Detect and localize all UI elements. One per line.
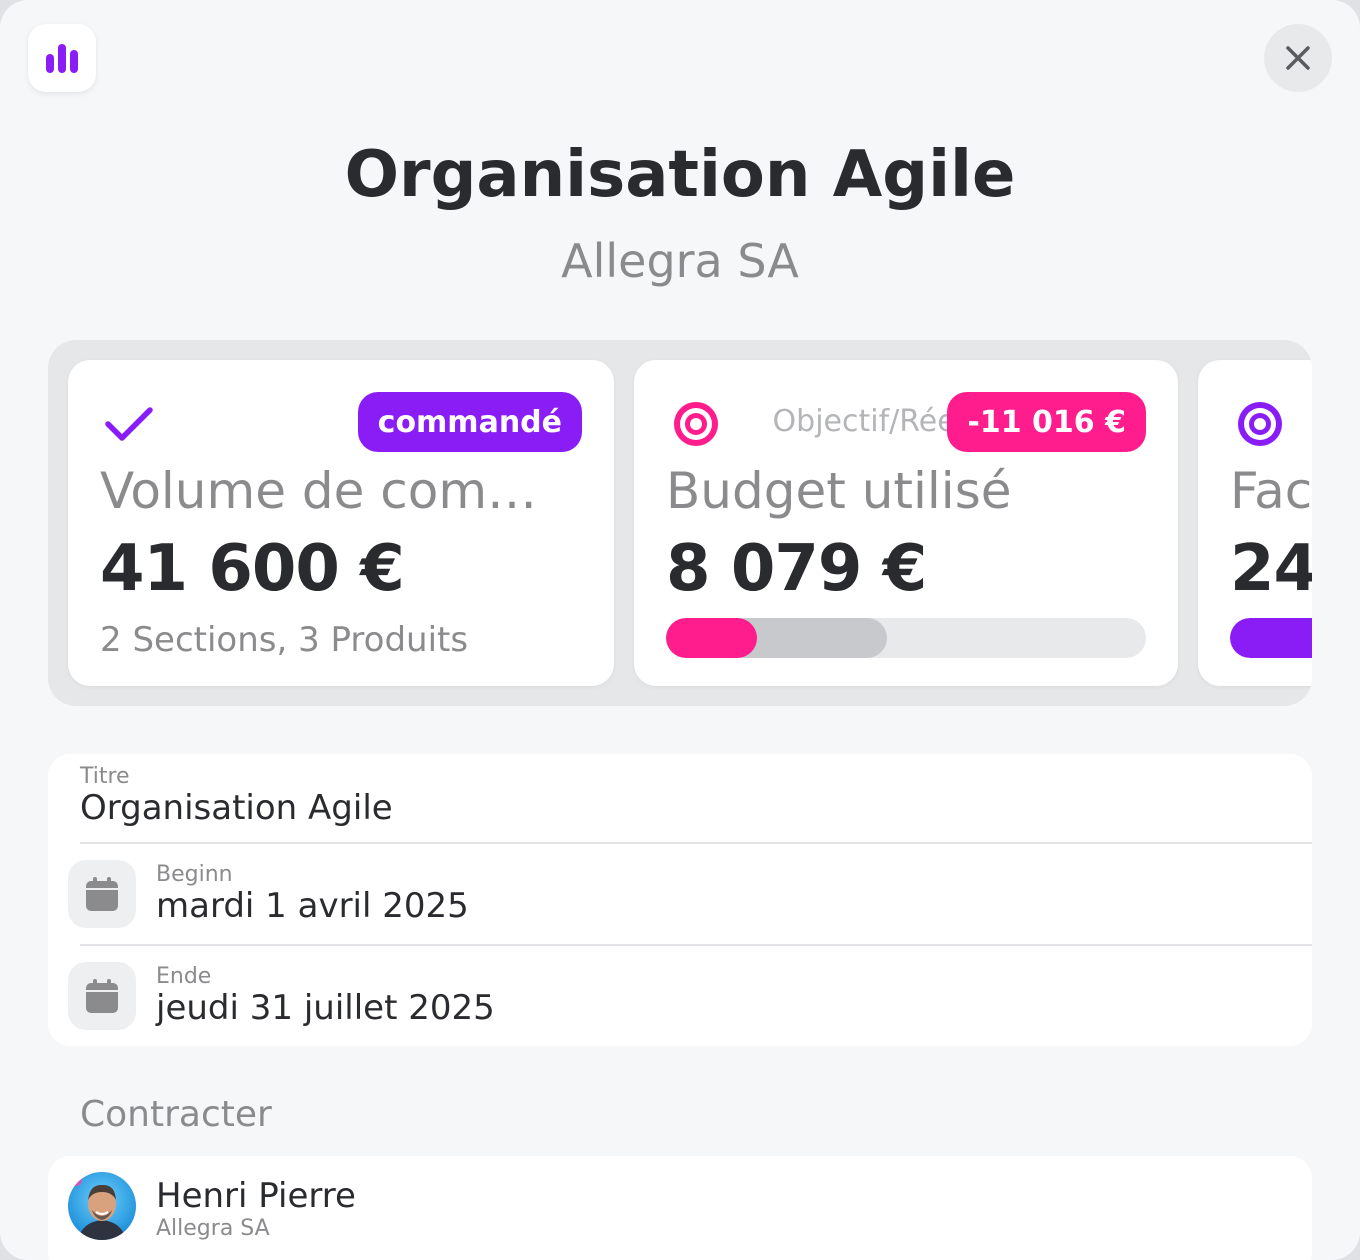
app-icon[interactable] xyxy=(28,24,96,92)
details-form: Titre Organisation Agile Beginn mardi 1 … xyxy=(48,754,1312,1046)
close-button[interactable] xyxy=(1264,24,1332,92)
title-field-label: Titre xyxy=(80,764,130,789)
kpi-value: 24 xyxy=(1230,532,1312,606)
kpi-card-order-volume[interactable]: commandé Volume de commande 41 600 € 2 S… xyxy=(68,360,614,686)
end-date-label: Ende xyxy=(156,964,212,989)
avatar xyxy=(68,1172,136,1240)
budget-real-fill xyxy=(666,618,758,658)
kpi-label: Facturé xyxy=(1230,462,1312,520)
title-field-value[interactable]: Organisation Agile xyxy=(80,788,393,828)
start-date-label: Beginn xyxy=(156,862,233,887)
kpi-card-budget[interactable]: Objectif/Réel -11 016 € Budget utilisé 8… xyxy=(634,360,1178,686)
target-icon xyxy=(674,402,718,446)
kpi-value: 8 079 € xyxy=(666,532,927,606)
title-field[interactable]: Titre Organisation Agile xyxy=(48,754,1312,844)
contractor-name: Henri Pierre xyxy=(156,1176,356,1216)
start-date-value[interactable]: mardi 1 avril 2025 xyxy=(156,886,469,926)
start-date-icon-box[interactable] xyxy=(68,860,136,928)
budget-progress-bar xyxy=(666,618,1146,658)
end-date-value[interactable]: jeudi 31 juillet 2025 xyxy=(156,988,495,1028)
end-date-field[interactable]: Ende jeudi 31 juillet 2025 xyxy=(48,946,1312,1046)
target-icon xyxy=(1238,402,1282,446)
kpi-card-invoiced[interactable]: Facturé 24 xyxy=(1198,360,1312,686)
modal: Organisation Agile Allegra SA commandé V… xyxy=(0,0,1360,1260)
kpi-value: 41 600 € xyxy=(100,532,405,606)
kpi-label: Volume de commande xyxy=(100,462,582,520)
check-icon xyxy=(105,407,153,441)
end-date-icon-box[interactable] xyxy=(68,962,136,1030)
invoiced-fill xyxy=(1230,618,1312,658)
page-title: Organisation Agile xyxy=(344,138,1016,212)
bar-chart-icon xyxy=(46,44,78,73)
avatar-image xyxy=(68,1172,136,1240)
close-icon xyxy=(1286,46,1310,70)
kpi-label: Budget utilisé xyxy=(666,462,1012,520)
kpi-subtext: 2 Sections, 3 Produits xyxy=(100,620,469,660)
start-date-field[interactable]: Beginn mardi 1 avril 2025 xyxy=(48,844,1312,946)
variance-badge: -11 016 € xyxy=(947,392,1146,452)
contractor-section-title: Contracter xyxy=(80,1094,272,1135)
invoiced-progress-bar xyxy=(1230,618,1312,658)
status-badge: commandé xyxy=(357,392,582,452)
target-actual-hint: Objectif/Réel xyxy=(772,404,964,439)
page-subtitle: Allegra SA xyxy=(561,234,799,288)
contractor-org: Allegra SA xyxy=(156,1216,270,1241)
calendar-icon xyxy=(86,979,118,1013)
calendar-icon xyxy=(86,877,118,911)
contractor-card[interactable]: Henri Pierre Allegra SA xyxy=(48,1156,1312,1260)
kpi-carousel[interactable]: commandé Volume de commande 41 600 € 2 S… xyxy=(48,340,1312,706)
